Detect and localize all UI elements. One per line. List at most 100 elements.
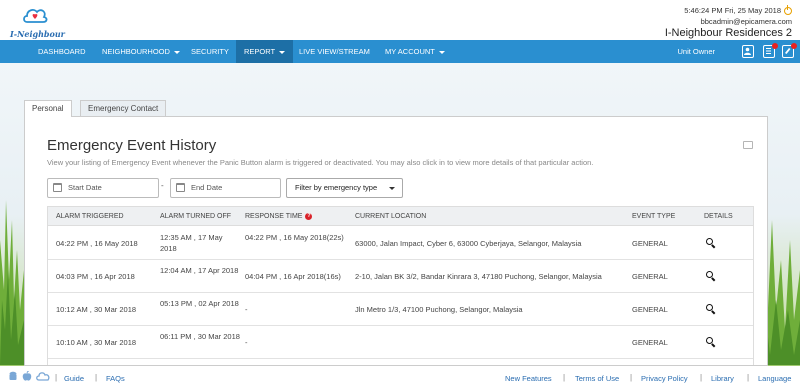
alarm-turned-off-cell: 12:04 AM , 17 Apr 2018	[160, 266, 239, 275]
zoom-in-icon[interactable]	[706, 304, 713, 311]
separator: |	[630, 373, 633, 382]
filter-label: Filter by emergency type	[295, 183, 378, 192]
site-name: I-Neighbour Residences 2	[664, 27, 792, 39]
emergency-history-card: Emergency Event History View your listin…	[24, 116, 768, 366]
zoom-in-icon[interactable]	[706, 238, 713, 245]
tab-label: Emergency Contact	[88, 104, 159, 113]
apple-icon[interactable]	[22, 371, 32, 382]
column-header: CURRENT LOCATION	[355, 213, 427, 220]
response-time-cell: 04:04 PM , 16 Apr 2018(16s)	[245, 272, 341, 281]
location-cell: 63000, Jalan Impact, Cyber 6, 63000 Cybe…	[355, 239, 582, 248]
location-cell: 2-10, Jalan BK 3/2, Bandar Kinrara 3, 47…	[355, 272, 602, 281]
zoom-in-icon[interactable]	[706, 271, 713, 278]
column-header: RESPONSE TIME?	[245, 207, 313, 226]
power-icon[interactable]	[784, 4, 792, 15]
location-cell: Jln Metro 1/3, 47100 Puchong, Selangor, …	[355, 305, 523, 314]
table-row[interactable]: 10:10 AM , 30 Mar 2018 06:11 PM , 30 Mar…	[48, 326, 753, 359]
table-row[interactable]: 04:03 PM , 16 Apr 2018 12:04 AM , 17 Apr…	[48, 260, 753, 293]
print-icon[interactable]	[743, 141, 753, 149]
table-row[interactable]: 10:12 AM , 30 Mar 2018 05:13 PM , 02 Apr…	[48, 293, 753, 326]
column-header: ALARM TRIGGERED	[56, 213, 124, 220]
cloud-logo-icon	[23, 9, 48, 23]
footer-link-faqs[interactable]: FAQs	[106, 374, 125, 383]
response-time-cell: -	[245, 305, 248, 314]
tab-personal[interactable]: Personal	[24, 100, 72, 117]
main-nav: DASHBOARD NEIGHBOURHOOD SECURITY REPORT …	[0, 40, 800, 63]
notes-icon[interactable]	[782, 43, 797, 58]
nav-label: SECURITY	[191, 47, 229, 56]
zoom-in-icon[interactable]	[706, 337, 713, 344]
start-date-field[interactable]: Start Date	[47, 178, 159, 198]
grass-decoration	[0, 200, 24, 365]
end-date-placeholder: End Date	[191, 183, 223, 192]
chevron-down-icon	[279, 50, 286, 54]
event-type-cell: GENERAL	[632, 338, 668, 347]
column-header: DETAILS	[704, 213, 733, 220]
android-icon[interactable]	[8, 371, 18, 382]
nav-live-view[interactable]: LIVE VIEW/STREAM	[291, 40, 378, 63]
tab-label: Personal	[32, 104, 64, 113]
nav-my-account[interactable]: MY ACCOUNT	[377, 40, 453, 63]
footer-link-new-features[interactable]: New Features	[505, 374, 552, 383]
current-datetime: 5:46:24 PM Fri, 25 May 2018	[684, 6, 781, 15]
nav-label: REPORT	[244, 47, 276, 56]
alarm-turned-off-cell: 12:35 AM , 17 May 2018	[160, 233, 223, 253]
user-role: Unit Owner	[677, 47, 715, 56]
calendar-icon	[53, 183, 62, 192]
separator: |	[95, 373, 98, 382]
notification-dot	[791, 43, 797, 49]
notification-dot	[772, 43, 778, 49]
user-email: bbcadmin@epicamera.com	[700, 17, 792, 26]
date-range-separator: -	[161, 181, 164, 190]
footer-link-library[interactable]: Library	[711, 374, 734, 383]
cloud-icon[interactable]	[36, 371, 50, 382]
footer-link-terms[interactable]: Terms of Use	[575, 374, 619, 383]
session-info: 5:46:24 PM Fri, 25 May 2018 bbcadmin@epi…	[664, 4, 792, 39]
alarm-triggered-cell: 04:03 PM , 16 Apr 2018	[56, 272, 135, 281]
response-time-cell: 04:22 PM , 16 May 2018(22s)	[245, 233, 344, 242]
chevron-down-icon	[389, 187, 395, 190]
nav-neighbourhood[interactable]: NEIGHBOURHOOD	[94, 40, 188, 63]
start-date-placeholder: Start Date	[68, 183, 102, 192]
column-header: EVENT TYPE	[632, 213, 676, 220]
help-icon[interactable]: ?	[305, 212, 313, 220]
alarm-turned-off-cell: 06:11 PM , 30 Mar 2018	[160, 332, 240, 341]
footer-link-guide[interactable]: Guide	[64, 374, 84, 383]
separator: |	[747, 373, 750, 382]
top-header: I-Neighbour 5:46:24 PM Fri, 25 May 2018 …	[0, 0, 800, 40]
alarm-triggered-cell: 10:10 AM , 30 Mar 2018	[56, 338, 137, 347]
alarm-triggered-cell: 10:12 AM , 30 Mar 2018	[56, 305, 137, 314]
page-footer: | Guide | FAQs New Features | Terms of U…	[0, 366, 800, 390]
tab-emergency-contact[interactable]: Emergency Contact	[80, 100, 167, 117]
app-logo[interactable]: I-Neighbour	[8, 2, 78, 40]
chevron-down-icon	[438, 50, 445, 54]
separator: |	[55, 373, 58, 382]
alarm-turned-off-cell: 05:13 PM , 02 Apr 2018	[160, 299, 239, 308]
document-icon[interactable]	[763, 43, 778, 58]
table-header: ALARM TRIGGERED ALARM TURNED OFF RESPONS…	[48, 206, 753, 226]
nav-security[interactable]: SECURITY	[183, 40, 237, 63]
separator: |	[700, 373, 703, 382]
response-time-cell: -	[245, 338, 248, 347]
footer-link-privacy[interactable]: Privacy Policy	[641, 374, 688, 383]
nav-label: MY ACCOUNT	[385, 47, 435, 56]
calendar-icon	[176, 183, 185, 192]
chevron-down-icon	[173, 50, 180, 54]
nav-label: DASHBOARD	[38, 47, 86, 56]
logo-text: I-Neighbour	[10, 29, 65, 39]
emergency-type-filter[interactable]: Filter by emergency type	[286, 178, 403, 198]
table-row[interactable]: 04:22 PM , 16 May 2018 12:35 AM , 17 May…	[48, 227, 753, 260]
column-header-label: RESPONSE TIME	[245, 213, 303, 220]
page-title: Emergency Event History	[47, 137, 217, 154]
emergency-events-table: ALARM TRIGGERED ALARM TURNED OFF RESPONS…	[47, 206, 754, 365]
nav-dashboard[interactable]: DASHBOARD	[30, 40, 94, 63]
event-type-cell: GENERAL	[632, 239, 668, 248]
footer-link-language[interactable]: Language	[758, 374, 791, 383]
end-date-field[interactable]: End Date	[170, 178, 281, 198]
page-description: View your listing of Emergency Event whe…	[47, 158, 594, 167]
event-type-cell: GENERAL	[632, 305, 668, 314]
column-header: ALARM TURNED OFF	[160, 213, 232, 220]
nav-report[interactable]: REPORT	[236, 40, 294, 63]
profile-icon[interactable]	[742, 45, 754, 58]
nav-label: NEIGHBOURHOOD	[102, 47, 170, 56]
